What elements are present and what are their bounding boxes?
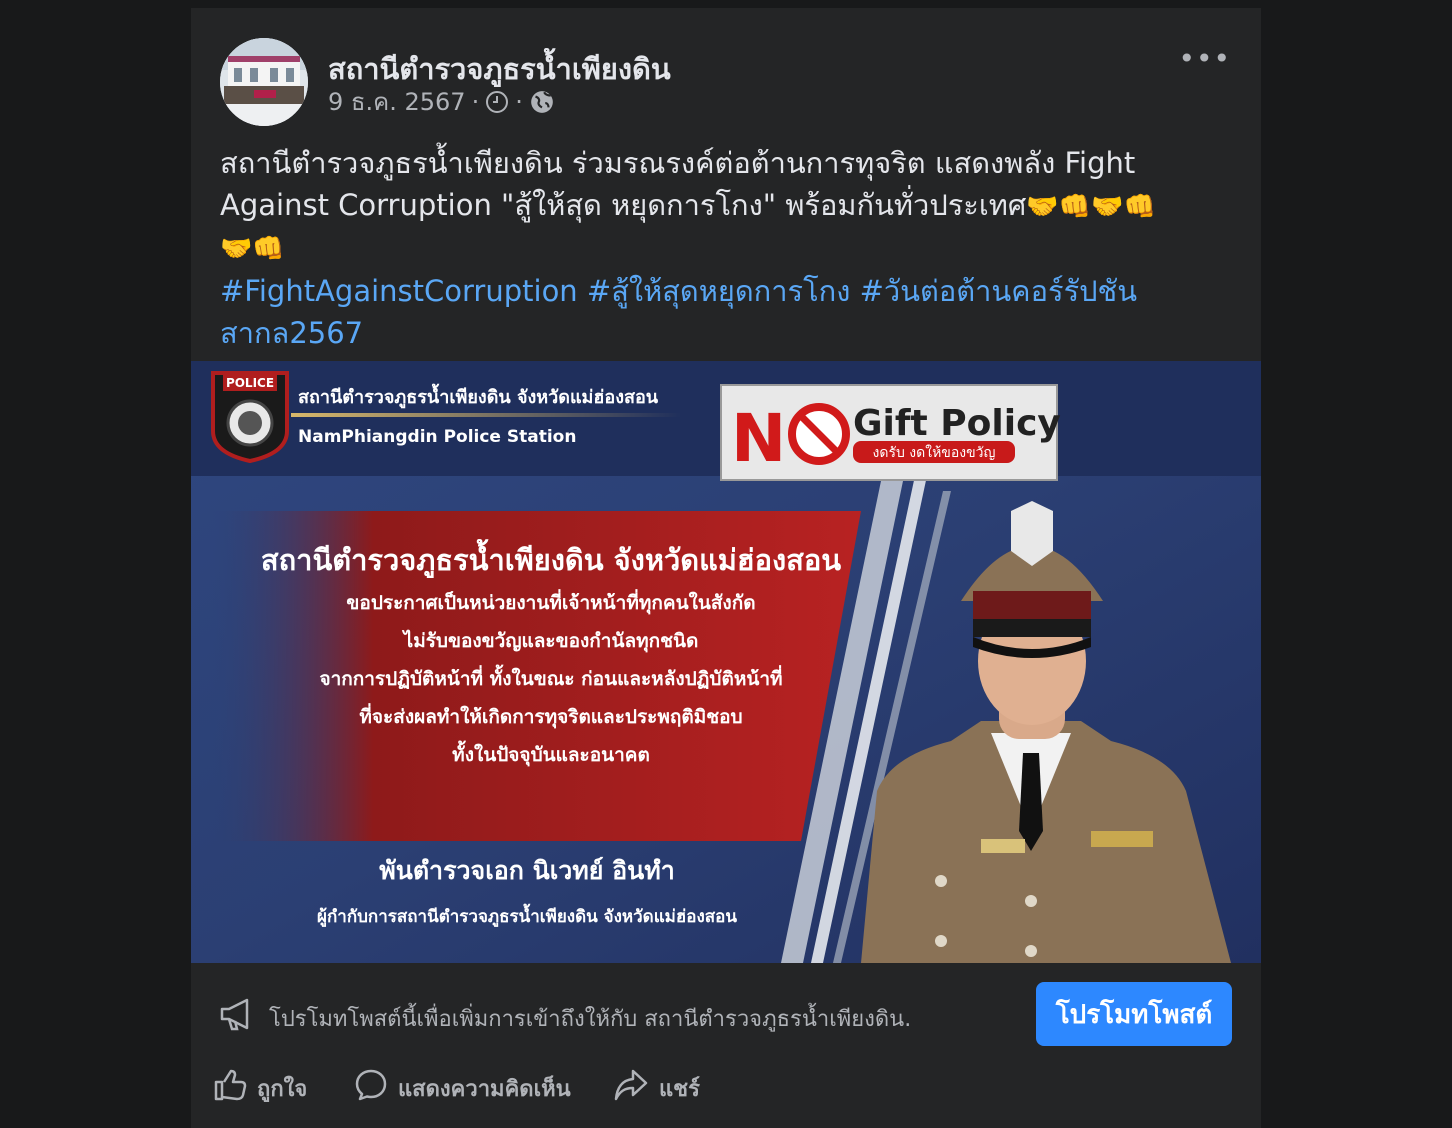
post-date[interactable]: 9 ธ.ค. 2567 bbox=[328, 82, 466, 121]
hashtags-line-2[interactable]: สากล2567 bbox=[220, 312, 1230, 354]
meta-separator: · bbox=[515, 87, 523, 116]
share-label: แชร์ bbox=[659, 1076, 700, 1102]
image-line-5: ทั้งในปัจจุบันและอนาคต bbox=[452, 740, 650, 767]
image-line-2: ไม่รับของขวัญและของกำนัลทุกชนิด bbox=[402, 629, 699, 653]
police-badge-text: POLICE bbox=[226, 376, 274, 390]
image-line-1: ขอประกาศเป็นหน่วยงานที่เจ้าหน้าที่ทุกคนใ… bbox=[346, 589, 755, 615]
officer-title: ผู้กำกับการสถานีตำรวจภูธรน้ำเพียงดิน จัง… bbox=[317, 903, 737, 928]
share-icon bbox=[613, 1068, 649, 1108]
post-text: สถานีตำรวจภูธรน้ำเพียงดิน ร่วมรณรงค์ต่อต… bbox=[220, 142, 1230, 354]
like-button[interactable]: ถูกใจ bbox=[213, 1063, 307, 1113]
like-label: ถูกใจ bbox=[257, 1076, 308, 1102]
comment-label: แสดงความคิดเห็น bbox=[398, 1076, 571, 1102]
no-gift-subtitle: งดรับ งดให้ของขวัญ bbox=[873, 444, 996, 461]
promote-post-button[interactable]: โปรโมทโพสต์ bbox=[1036, 982, 1232, 1046]
image-line-3: จากการปฏิบัติหน้าที่ ทั้งในขณะ ก่อนและหล… bbox=[319, 664, 782, 690]
hashtags-line[interactable]: #FightAgainstCorruption #สู้ให้สุดหยุดกา… bbox=[220, 270, 1230, 312]
officer-name: พันตำรวจเอก นิเวทย์ อินทำ bbox=[379, 856, 674, 885]
emoji-line: 🤝👊 bbox=[220, 234, 285, 264]
megaphone-icon bbox=[219, 997, 255, 1035]
image-headline: สถานีตำรวจภูธรน้ำเพียงดิน จังหวัดแม่ฮ่อง… bbox=[261, 538, 841, 578]
post-card: สถานีตำรวจภูธรน้ำเพียงดิน 9 ธ.ค. 2567 · … bbox=[191, 8, 1261, 1128]
clock-icon bbox=[485, 90, 509, 114]
comment-button[interactable]: แสดงความคิดเห็น bbox=[354, 1063, 571, 1113]
post-body-text: Against Corruption "สู้ให้สุด หยุดการโกง… bbox=[220, 188, 1027, 222]
image-line-4: ที่จะส่งผลทำให้เกิดการทุจริตและประพฤติมิ… bbox=[359, 703, 742, 729]
post-body-line-2: Against Corruption "สู้ให้สุด หยุดการโกง… bbox=[220, 184, 1230, 228]
promote-bar: โปรโมทโพสต์นี้เพื่อเพิ่มการเข้าถึงให้กับ… bbox=[191, 963, 1261, 1063]
no-gift-policy-sign: N Gift Policy งดรับ งดให้ของขวัญ bbox=[720, 384, 1061, 481]
post-image[interactable]: POLICE สถานีตำรวจภูธรน้ำเพียงดิน จังหวัด… bbox=[191, 361, 1261, 963]
page-avatar[interactable] bbox=[220, 38, 308, 126]
promote-text: โปรโมทโพสต์นี้เพื่อเพิ่มการเข้าถึงให้กับ… bbox=[269, 1007, 912, 1032]
image-header-th: สถานีตำรวจภูธรน้ำเพียงดิน จังหวัดแม่ฮ่อง… bbox=[298, 383, 659, 409]
no-gift-title: Gift Policy bbox=[853, 403, 1061, 444]
no-gift-n: N bbox=[731, 400, 786, 477]
post-meta: 9 ธ.ค. 2567 · · bbox=[328, 82, 555, 121]
like-icon bbox=[213, 1068, 247, 1108]
more-options-icon[interactable]: ••• bbox=[1178, 42, 1231, 75]
emoji-handshake-fist: 🤝👊🤝👊 bbox=[1026, 192, 1156, 222]
comment-icon bbox=[354, 1068, 388, 1108]
image-header-en: NamPhiangdin Police Station bbox=[298, 427, 576, 447]
globe-icon[interactable] bbox=[529, 89, 555, 115]
post-body-line: สถานีตำรวจภูธรน้ำเพียงดิน ร่วมรณรงค์ต่อต… bbox=[220, 146, 1136, 180]
post-actions: ถูกใจ แสดงความคิดเห็น แชร์ bbox=[191, 1063, 1261, 1128]
share-button[interactable]: แชร์ bbox=[613, 1063, 700, 1113]
meta-separator: · bbox=[471, 87, 480, 116]
